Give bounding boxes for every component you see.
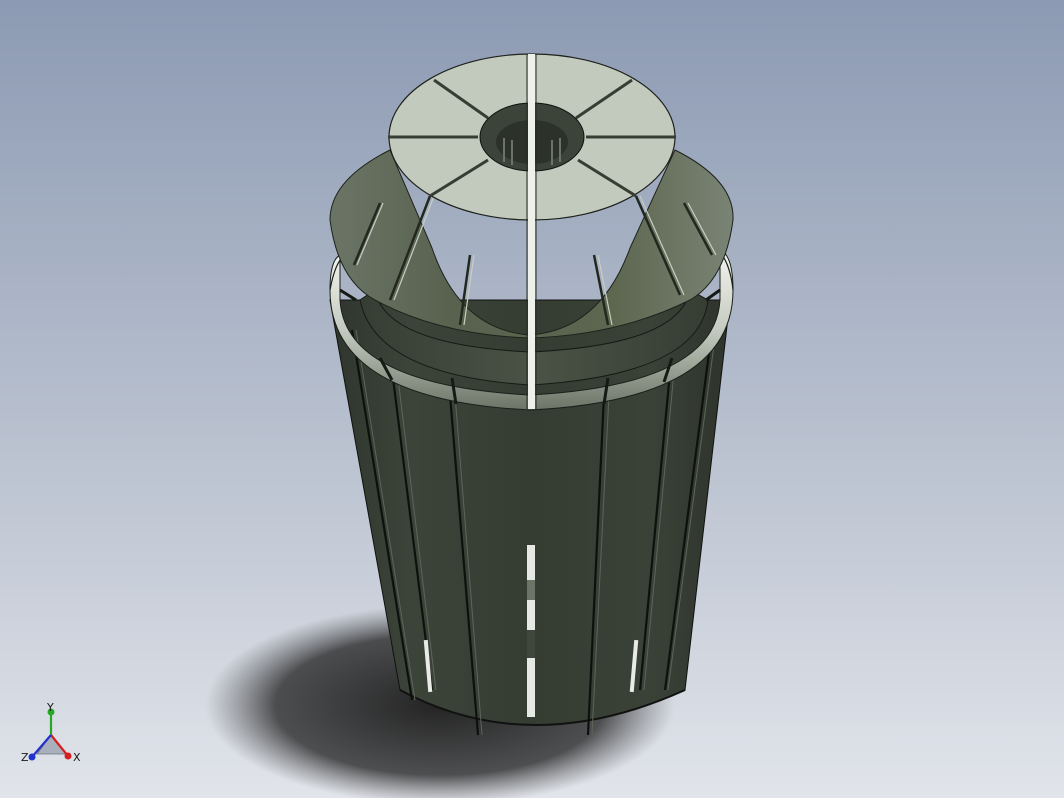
z-axis-tip bbox=[28, 753, 36, 761]
front-slot-upper bbox=[528, 54, 535, 409]
y-axis-label: Y bbox=[46, 702, 54, 714]
front-slot-lower-shade-2 bbox=[527, 630, 535, 658]
x-axis-label: X bbox=[73, 751, 81, 764]
er-collet-icon[interactable] bbox=[329, 53, 734, 736]
z-axis-label: Z bbox=[21, 751, 29, 764]
front-slot-lower-shade-1 bbox=[527, 580, 535, 600]
axis-triad[interactable]: Y X Z bbox=[18, 702, 88, 774]
graphics-viewport[interactable] bbox=[0, 0, 1064, 798]
x-axis-tip bbox=[64, 752, 72, 760]
